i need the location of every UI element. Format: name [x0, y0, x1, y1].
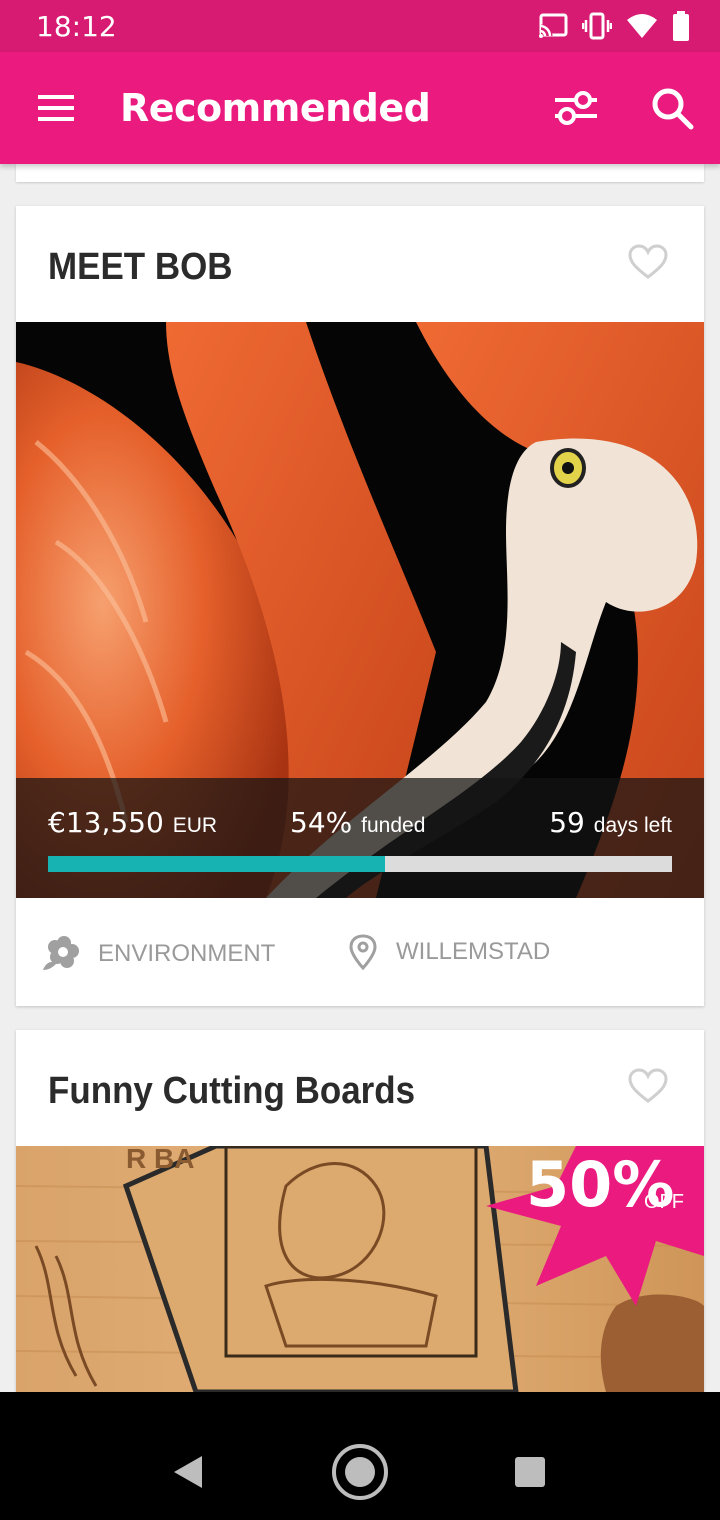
app-bar: Recommended — [0, 52, 720, 164]
svg-text:R BA: R BA — [126, 1146, 194, 1174]
battery-icon — [673, 11, 689, 41]
amount-value: €13,550 — [48, 806, 164, 839]
percent-value: 54% — [290, 806, 353, 839]
funding-overlay: €13,550 EUR 54% funded 59 days left — [16, 778, 704, 898]
category-tag[interactable]: ENVIRONMENT — [40, 934, 275, 974]
percent-label: funded — [361, 814, 426, 837]
project-card[interactable]: MEET BOB €13,550 EUR 54% funded 59 days … — [16, 206, 704, 1006]
category-label: ENVIRONMENT — [98, 940, 276, 967]
page-title: Recommended — [120, 86, 431, 130]
days-value: 59 — [549, 806, 585, 839]
days-label: days left — [593, 814, 672, 837]
location-label: WILLEMSTAD — [396, 938, 551, 965]
recents-icon[interactable] — [514, 1456, 546, 1488]
wifi-icon — [627, 14, 657, 38]
project-card[interactable]: Funny Cutting Boards R BA 50% OFF — [16, 1030, 704, 1392]
funding-progress-bar — [48, 856, 672, 872]
heart-icon[interactable] — [628, 244, 668, 280]
previous-card — [16, 164, 704, 182]
cutting-boards-image: R BA 50% OFF — [16, 1146, 704, 1392]
status-bar: 18:12 — [0, 0, 720, 52]
funding-amount: €13,550 EUR — [48, 806, 217, 839]
filter-icon[interactable] — [553, 88, 599, 128]
progress-fill — [48, 856, 385, 872]
status-time: 18:12 — [36, 10, 117, 43]
discount-badge-label: OFF — [644, 1191, 684, 1213]
search-icon[interactable] — [650, 86, 694, 130]
back-icon[interactable] — [172, 1454, 204, 1490]
cast-icon — [539, 13, 568, 38]
menu-icon[interactable] — [36, 94, 76, 122]
currency-label: EUR — [172, 814, 218, 837]
vibrate-icon — [582, 12, 612, 40]
system-nav-bar — [0, 1392, 720, 1520]
card-title: Funny Cutting Boards — [48, 1070, 416, 1112]
days-left: 59 days left — [549, 806, 672, 839]
flower-icon — [43, 936, 79, 970]
home-icon[interactable] — [330, 1442, 390, 1502]
card-tags: ENVIRONMENT WILLEMSTAD — [16, 898, 704, 1006]
card-title: MEET BOB — [48, 246, 233, 288]
project-image[interactable]: R BA 50% OFF — [16, 1146, 704, 1392]
location-tag[interactable]: WILLEMSTAD — [348, 934, 550, 970]
funded-percent: 54% funded — [290, 806, 425, 839]
location-pin-icon — [349, 934, 377, 970]
heart-icon[interactable] — [628, 1068, 668, 1104]
project-image[interactable]: €13,550 EUR 54% funded 59 days left — [16, 322, 704, 898]
